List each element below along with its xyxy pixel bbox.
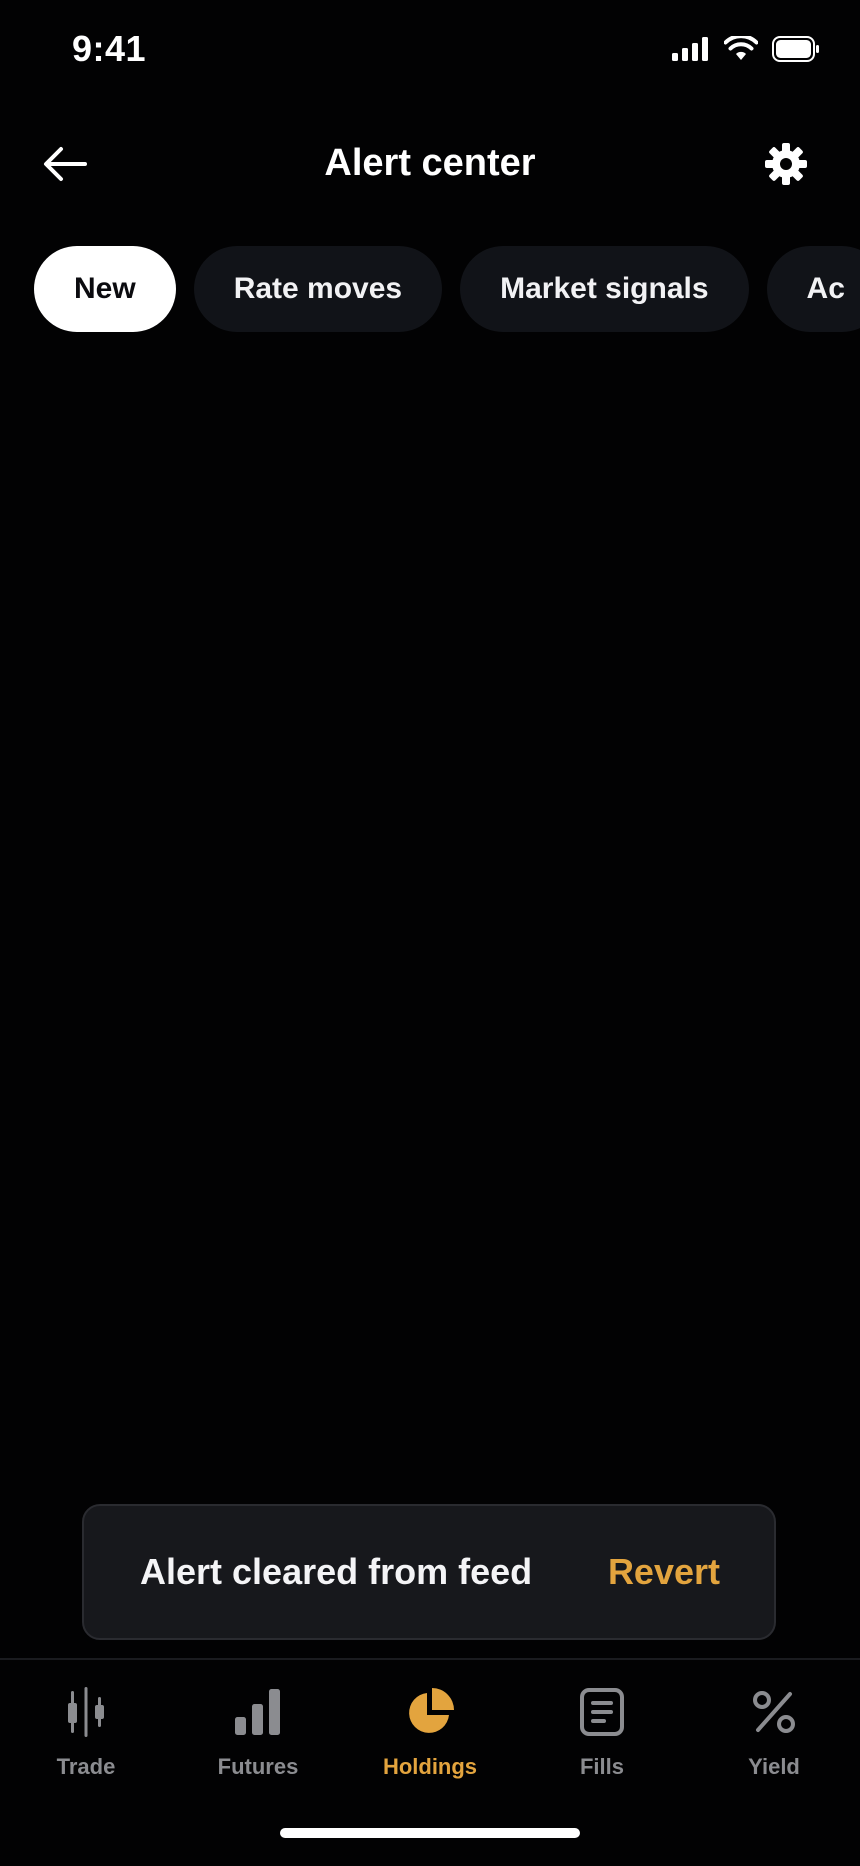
nav-item-fills[interactable]: Fills <box>516 1682 688 1780</box>
revert-button[interactable]: Revert <box>608 1551 720 1593</box>
percent-icon <box>744 1682 804 1742</box>
nav-label-holdings: Holdings <box>382 1754 478 1779</box>
header: Alert center <box>0 120 860 210</box>
pie-chart-icon <box>400 1682 460 1742</box>
nav-label-trade: Trade <box>56 1754 116 1779</box>
tabs-track: New Rate moves Market signals Ac <box>34 246 860 332</box>
settings-button[interactable] <box>754 136 818 196</box>
status-time: 9:41 <box>72 28 147 69</box>
nav-item-yield[interactable]: Yield <box>688 1682 860 1780</box>
document-icon <box>572 1682 632 1742</box>
snackbar-message: Alert cleared from feed <box>140 1551 533 1592</box>
bar-chart-icon <box>228 1682 288 1742</box>
nav-item-futures[interactable]: Futures <box>172 1682 344 1780</box>
filter-tabs: New Rate moves Market signals Ac <box>34 246 860 332</box>
battery-icon <box>772 36 820 67</box>
signal-icon <box>672 37 710 66</box>
status-icons <box>672 34 820 67</box>
tab-new[interactable]: New <box>34 246 176 332</box>
gear-icon <box>764 142 808 191</box>
tab-market-signals[interactable]: Market signals <box>460 246 749 332</box>
home-indicator <box>280 1828 580 1838</box>
status-bar: 9:41 <box>0 0 860 100</box>
nav-label-yield: Yield <box>748 1754 800 1779</box>
page-title: Alert center <box>324 142 536 184</box>
snackbar: Alert cleared from feed Revert <box>82 1504 776 1640</box>
tab-ac[interactable]: Ac <box>766 246 860 332</box>
wifi-icon <box>723 34 759 67</box>
nav-label-fills: Fills <box>579 1754 624 1779</box>
nav-label-futures: Futures <box>217 1754 299 1779</box>
candlestick-icon <box>56 1682 116 1742</box>
tab-rate-moves[interactable]: Rate moves <box>193 246 443 332</box>
nav-item-holdings[interactable]: Holdings <box>344 1682 516 1780</box>
nav-item-trade[interactable]: Trade <box>0 1682 172 1780</box>
